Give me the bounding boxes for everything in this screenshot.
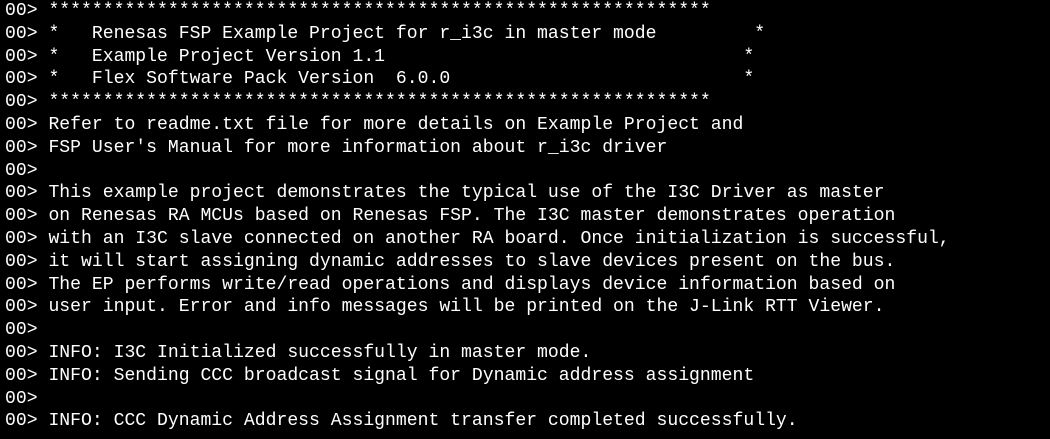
terminal-line: 00> FSP User's Manual for more informati… (0, 137, 1050, 160)
channel-prefix: 00> (5, 206, 49, 227)
line-text: INFO: CCC Dynamic Address Assignment tra… (48, 411, 798, 432)
line-text: on Renesas RA MCUs based on Renesas FSP.… (48, 206, 896, 227)
line-text: ****************************************… (48, 92, 711, 113)
channel-prefix: 00> (5, 342, 49, 363)
terminal-line: 00> INFO: I3C Initialized successfully i… (0, 342, 1050, 365)
line-text: The EP performs write/read operations an… (48, 274, 896, 295)
channel-prefix: 00> (5, 137, 49, 158)
line-text: user input. Error and info messages will… (48, 297, 885, 318)
terminal-line: 00> (0, 388, 1050, 411)
terminal-line: 00> it will start assigning dynamic addr… (0, 251, 1050, 274)
line-text: ****************************************… (48, 1, 711, 21)
line-text: INFO: I3C Initialized successfully in ma… (48, 342, 592, 363)
channel-prefix: 00> (5, 274, 49, 295)
terminal-line: 00> * Example Project Version 1.1 * (0, 46, 1050, 69)
channel-prefix: 00> (5, 183, 49, 204)
terminal-line: 00> INFO: CCC Dynamic Address Assignment… (0, 410, 1050, 433)
channel-prefix: 00> (5, 251, 49, 272)
terminal-line: 00> * Flex Software Pack Version 6.0.0 * (0, 68, 1050, 91)
line-text: * Renesas FSP Example Project for r_i3c … (48, 23, 766, 44)
line-text: Refer to readme.txt file for more detail… (48, 114, 744, 135)
terminal-line: 00> Refer to readme.txt file for more de… (0, 114, 1050, 137)
terminal-line: 00> (0, 319, 1050, 342)
terminal-line: 00> (0, 160, 1050, 183)
channel-prefix: 00> (5, 228, 49, 249)
channel-prefix: 00> (5, 69, 49, 90)
terminal-line: 00> INFO: Sending CCC broadcast signal f… (0, 365, 1050, 388)
line-text: INFO: Sending CCC broadcast signal for D… (48, 365, 755, 386)
terminal-line: 00> * Renesas FSP Example Project for r_… (0, 23, 1050, 46)
line-text: This example project demonstrates the ty… (48, 183, 885, 204)
line-text: with an I3C slave connected on another R… (48, 228, 950, 249)
line-text: * Example Project Version 1.1 * (48, 46, 755, 67)
terminal-line: 00> user input. Error and info messages … (0, 296, 1050, 319)
line-text: * Flex Software Pack Version 6.0.0 * (48, 69, 755, 90)
terminal-line: 00> The EP performs write/read operation… (0, 274, 1050, 297)
channel-prefix: 00> (5, 46, 49, 67)
channel-prefix: 00> (5, 320, 49, 341)
terminal-line: 00> ************************************… (0, 0, 1050, 23)
channel-prefix: 00> (5, 388, 49, 409)
channel-prefix: 00> (5, 23, 49, 44)
terminal-line: 00> on Renesas RA MCUs based on Renesas … (0, 205, 1050, 228)
channel-prefix: 00> (5, 114, 49, 135)
line-text: FSP User's Manual for more information a… (48, 137, 668, 158)
terminal-line: 00> This example project demonstrates th… (0, 182, 1050, 205)
channel-prefix: 00> (5, 92, 49, 113)
channel-prefix: 00> (5, 297, 49, 318)
channel-prefix: 00> (5, 160, 49, 181)
terminal-line: 00> with an I3C slave connected on anoth… (0, 228, 1050, 251)
rtt-viewer-terminal[interactable]: 00> ************************************… (0, 0, 1050, 439)
channel-prefix: 00> (5, 365, 49, 386)
channel-prefix: 00> (5, 1, 49, 21)
line-text: it will start assigning dynamic addresse… (48, 251, 896, 272)
channel-prefix: 00> (5, 411, 49, 432)
terminal-line: 00> ************************************… (0, 91, 1050, 114)
